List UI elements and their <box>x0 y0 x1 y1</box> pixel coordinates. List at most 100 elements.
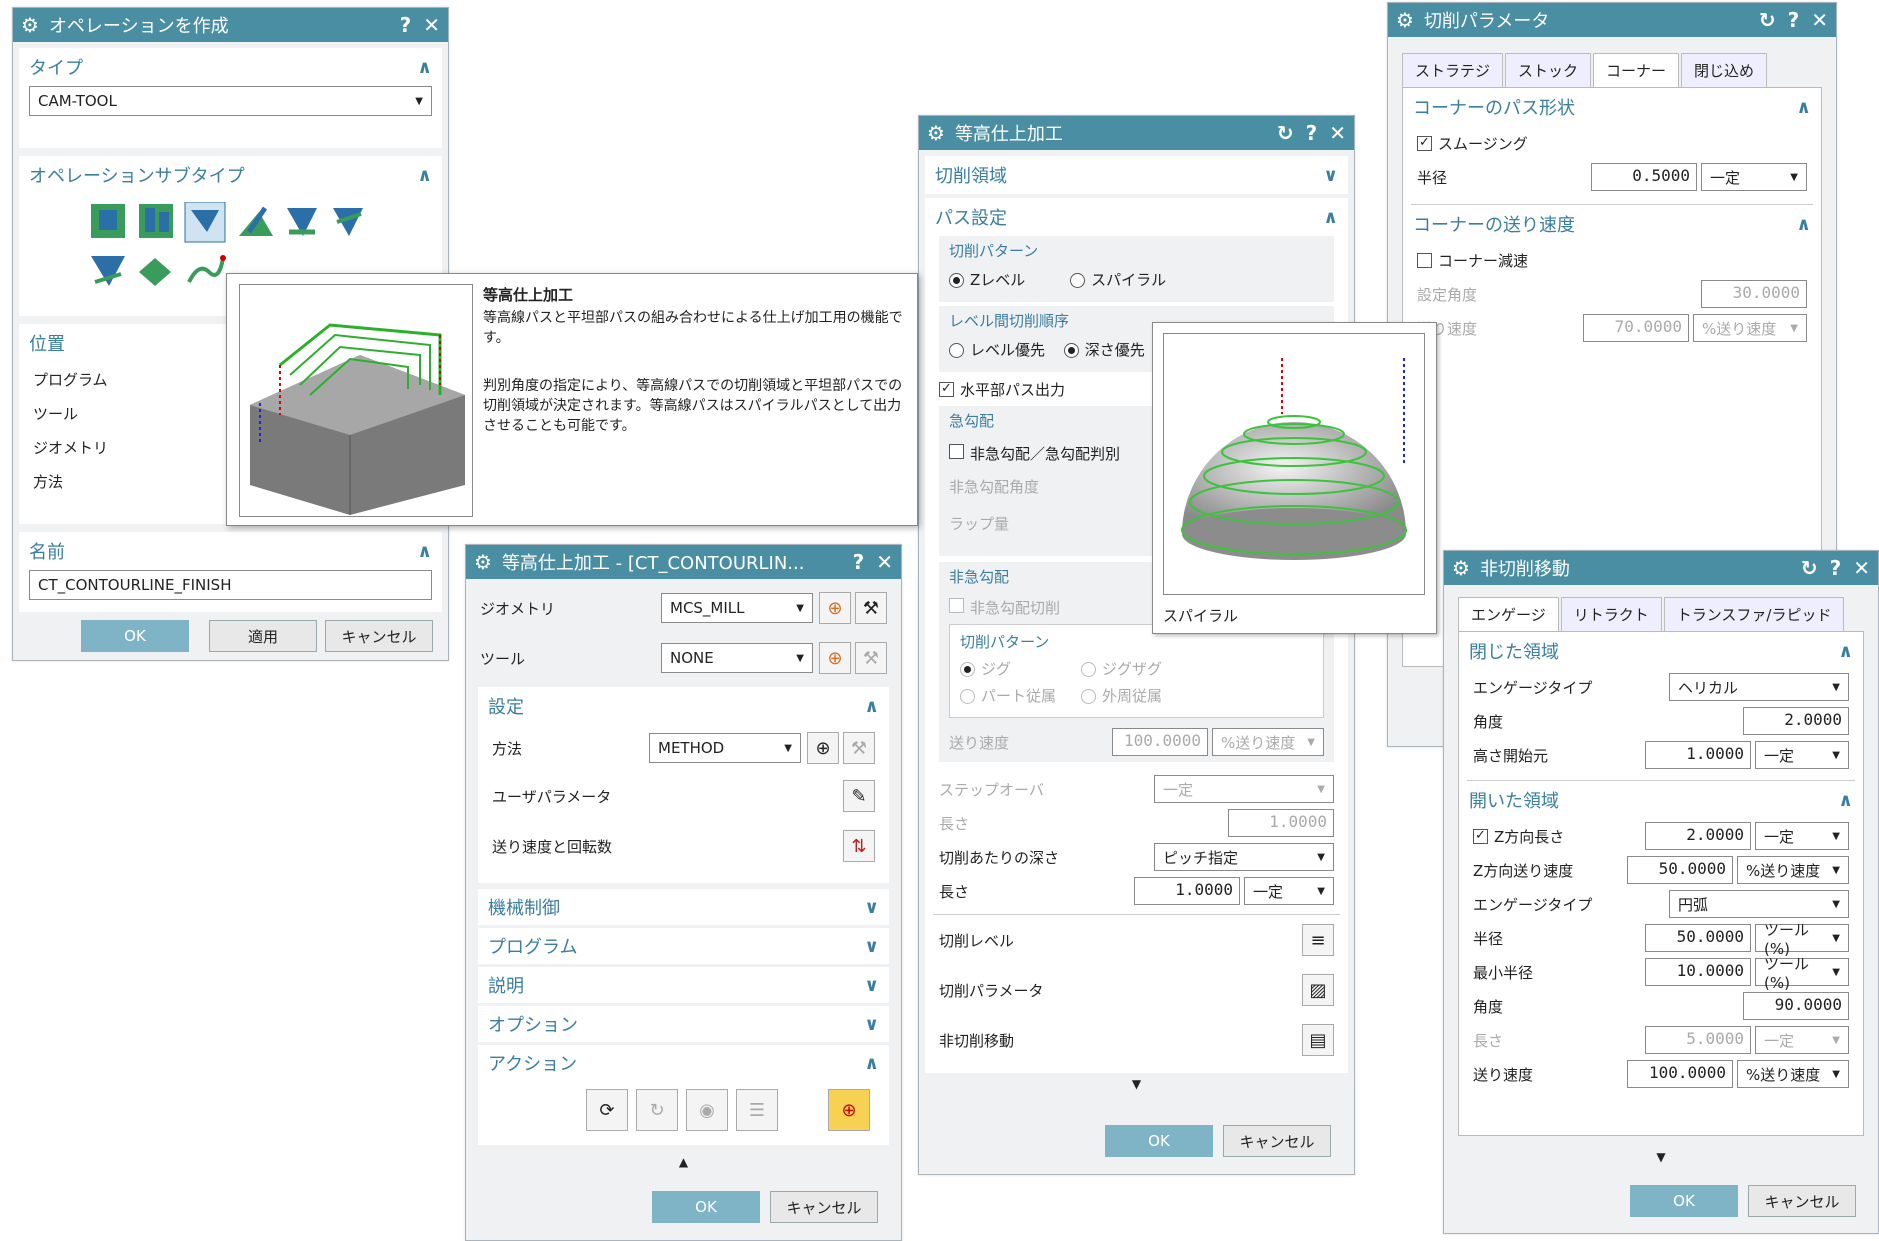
cut-param-icon[interactable]: ▨ <box>1302 974 1334 1006</box>
subtype-icon-8[interactable] <box>139 258 171 286</box>
subtype-icon-6[interactable] <box>333 208 363 236</box>
radius-unit-select[interactable]: 一定 ▼ <box>1701 163 1807 191</box>
chevron-down-icon[interactable]: ∨ <box>864 936 879 957</box>
expand-down-icon[interactable]: ▼ <box>919 1077 1354 1091</box>
chevron-down-icon[interactable]: ∨ <box>864 1014 879 1035</box>
zfeed-unit-select[interactable]: %送り速度 ▼ <box>1737 856 1849 884</box>
engage-type-select[interactable]: ヘリカル ▼ <box>1669 673 1849 701</box>
chevron-up-icon[interactable]: ∧ <box>417 541 432 562</box>
radius-input[interactable]: 0.5000 <box>1591 163 1697 191</box>
subtype-icon-1[interactable] <box>91 204 125 238</box>
tab-stock[interactable]: ストック <box>1505 53 1592 87</box>
edit-method-icon[interactable]: ⚒ <box>843 732 875 764</box>
section-header-program[interactable]: プログラム ∨ <box>478 928 889 964</box>
stepover-select[interactable]: 一定 ▼ <box>1154 775 1334 803</box>
feedrate-unit-select[interactable]: %送り速度 ▼ <box>1693 314 1807 342</box>
chevron-up-icon[interactable]: ∧ <box>417 165 432 186</box>
list-icon[interactable]: ☰ <box>736 1089 778 1131</box>
help-icon[interactable]: ? <box>1788 8 1800 32</box>
tab-containment[interactable]: 閉じ込め <box>1681 53 1768 87</box>
ok-button[interactable]: OK <box>81 620 189 652</box>
feed-unit-select[interactable]: %送り速度 ▼ <box>1212 728 1324 756</box>
section-header-closed[interactable]: 閉じた領域 ∧ <box>1459 632 1863 670</box>
zlen-unit-select[interactable]: 一定 ▼ <box>1755 822 1849 850</box>
apply-button[interactable]: 適用 <box>209 620 317 652</box>
angle-input[interactable]: 30.0000 <box>1701 280 1807 308</box>
section-header-settings[interactable]: 設定 ∧ <box>478 687 889 725</box>
feed-speed-icon[interactable]: ⇅ <box>843 830 875 862</box>
edit-geometry-wrench-icon[interactable]: ⚒ <box>855 592 887 624</box>
zlen-input[interactable]: 2.0000 <box>1645 822 1751 850</box>
section-header-name[interactable]: 名前 ∧ <box>19 532 442 570</box>
subtype-icon-4[interactable] <box>239 206 273 236</box>
radio-zigzag[interactable] <box>1081 662 1096 677</box>
expand-down-icon[interactable]: ▼ <box>1444 1150 1878 1164</box>
feed-unit-select[interactable]: %送り速度 ▼ <box>1737 1060 1849 1088</box>
title-bar[interactable]: ⚙ オペレーションを作成 ? ✕ <box>13 8 448 42</box>
tab-strategy[interactable]: ストラテジ <box>1402 53 1504 87</box>
tab-retract[interactable]: リトラクト <box>1560 597 1662 631</box>
ok-button[interactable]: OK <box>652 1191 760 1223</box>
title-bar[interactable]: ⚙ 等高仕上加工 - [CT_CONTOURLIN... ? ✕ <box>466 545 901 579</box>
help-icon[interactable]: ? <box>400 13 412 37</box>
close-icon[interactable]: ✕ <box>876 550 893 574</box>
tab-transfer[interactable]: トランスファ/ラピッド <box>1663 597 1845 631</box>
help-icon[interactable]: ? <box>1830 556 1842 580</box>
depth-select[interactable]: ピッチ指定 ▼ <box>1154 843 1334 871</box>
cancel-button[interactable]: キャンセル <box>1748 1185 1856 1217</box>
chevron-up-icon[interactable]: ∧ <box>1323 207 1338 228</box>
method-select[interactable]: METHOD ▼ <box>649 733 801 763</box>
gear-icon[interactable]: ⚙ <box>474 550 492 574</box>
target-icon[interactable]: ⊕ <box>828 1089 870 1131</box>
height-input[interactable]: 1.0000 <box>1645 741 1751 769</box>
gear-icon[interactable]: ⚙ <box>21 13 39 37</box>
section-header-corner-path[interactable]: コーナーのパス形状 ∧ <box>1403 88 1821 126</box>
len-input[interactable]: 5.0000 <box>1645 1026 1751 1054</box>
geometry-select[interactable]: MCS_MILL ▼ <box>661 593 813 623</box>
radio-level-first[interactable] <box>949 343 964 358</box>
collapse-up-icon[interactable]: ▲ <box>466 1155 901 1169</box>
new-method-icon[interactable]: ⊕ <box>807 732 839 764</box>
noncut-icon[interactable]: ▤ <box>1302 1024 1334 1056</box>
ok-button[interactable]: OK <box>1105 1125 1213 1157</box>
nonsteep-checkbox[interactable] <box>949 598 964 613</box>
chevron-down-icon[interactable]: ∨ <box>864 975 879 996</box>
subtype-icon-3-selected[interactable] <box>184 202 226 243</box>
cut-level-icon[interactable]: ≡ <box>1302 924 1334 956</box>
decel-checkbox[interactable] <box>1417 252 1432 268</box>
radius-unit-select[interactable]: ツール(%) ▼ <box>1755 921 1849 958</box>
chevron-up-icon[interactable]: ∧ <box>417 57 432 78</box>
title-bar[interactable]: ⚙ 等高仕上加工 ↻ ? ✕ <box>919 116 1354 150</box>
cancel-button[interactable]: キャンセル <box>325 620 433 652</box>
refresh-icon[interactable]: ↻ <box>1801 556 1818 580</box>
angle-input[interactable]: 2.0000 <box>1743 707 1849 735</box>
close-icon[interactable]: ✕ <box>423 13 440 37</box>
section-header-cut-area[interactable]: 切削領域 ∨ <box>925 156 1348 194</box>
chevron-down-icon[interactable]: ∨ <box>864 897 879 918</box>
subtype-icon-5[interactable] <box>287 208 317 236</box>
help-icon[interactable]: ? <box>1306 121 1318 145</box>
radio-zig[interactable] <box>960 662 975 677</box>
chevron-down-icon[interactable]: ∨ <box>1323 165 1338 186</box>
length2-input[interactable]: 1.0000 <box>1134 877 1240 905</box>
subtype-icon-7[interactable] <box>91 256 125 286</box>
chevron-up-icon[interactable]: ∧ <box>864 696 879 717</box>
minrad-input[interactable]: 10.0000 <box>1645 958 1751 986</box>
tab-engage[interactable]: エンゲージ <box>1458 597 1559 631</box>
chevron-up-icon[interactable]: ∧ <box>1838 641 1853 662</box>
section-header-corner-feed[interactable]: コーナーの送り速度 ∧ <box>1403 205 1821 243</box>
verify-icon[interactable]: ◉ <box>686 1089 728 1131</box>
close-icon[interactable]: ✕ <box>1853 556 1870 580</box>
ok-button[interactable]: OK <box>1630 1185 1738 1217</box>
section-header-open[interactable]: 開いた領域 ∧ <box>1459 781 1863 819</box>
close-icon[interactable]: ✕ <box>1811 8 1828 32</box>
angle2-input[interactable]: 90.0000 <box>1743 992 1849 1020</box>
length-input[interactable]: 1.0000 <box>1228 809 1334 837</box>
height-unit-select[interactable]: 一定 ▼ <box>1755 741 1849 769</box>
flat-output-checkbox[interactable]: ✓ <box>939 381 954 397</box>
feed-input[interactable]: 100.0000 <box>1112 728 1208 756</box>
refresh-icon[interactable]: ↻ <box>1277 121 1294 145</box>
engage-type2-select[interactable]: 円弧 ▼ <box>1669 890 1849 918</box>
gear-icon[interactable]: ⚙ <box>1396 8 1414 32</box>
smoothing-checkbox[interactable]: ✓ <box>1417 135 1432 151</box>
